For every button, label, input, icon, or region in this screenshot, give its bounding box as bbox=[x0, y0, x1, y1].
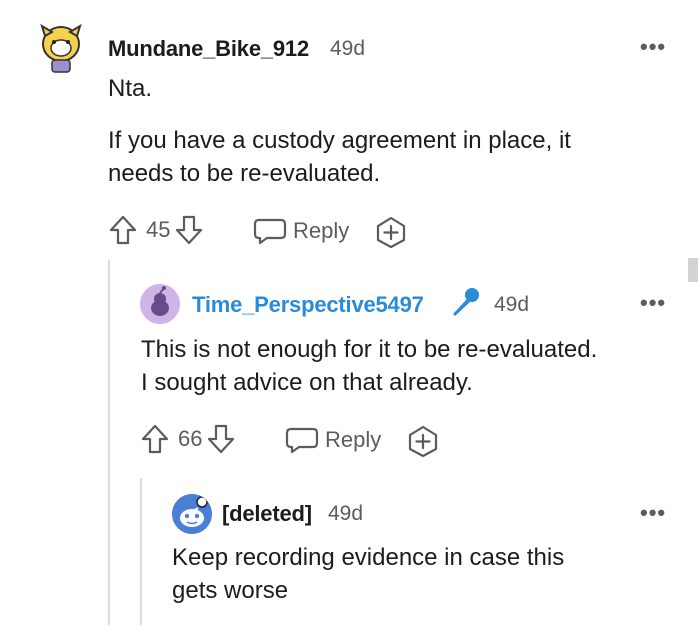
snoo-avatar-image bbox=[140, 284, 180, 324]
more-options-button[interactable]: ••• bbox=[640, 34, 666, 60]
reply-button[interactable]: Reply bbox=[253, 216, 349, 246]
comment-username[interactable]: Time_Perspective5497 bbox=[192, 292, 424, 318]
award-plus-icon bbox=[408, 425, 438, 458]
comment-body-line: This is not enough for it to be re-evalu… bbox=[141, 336, 598, 363]
vote-controls: 66 bbox=[140, 423, 236, 455]
downvote-icon[interactable] bbox=[206, 423, 236, 455]
more-options-button[interactable]: ••• bbox=[640, 290, 666, 316]
comment-body-line: Nta. bbox=[108, 75, 153, 102]
comment-timestamp: 49d bbox=[494, 293, 530, 316]
mic-icon bbox=[448, 286, 482, 325]
comment-body-line: I sought advice on that already. bbox=[141, 369, 473, 396]
comment-body-line: gets worse bbox=[172, 577, 289, 604]
more-options-button[interactable]: ••• bbox=[640, 500, 666, 526]
reply-button[interactable]: Reply bbox=[285, 425, 381, 455]
vote-score: 45 bbox=[146, 217, 171, 242]
award-plus-icon bbox=[376, 216, 406, 249]
snoo-avatar-image bbox=[172, 494, 212, 534]
vote-score: 66 bbox=[178, 426, 203, 451]
reply-label: Reply bbox=[325, 427, 382, 452]
comment-username: [deleted] bbox=[222, 501, 312, 526]
comment-body-line: If you have a custody agreement in place… bbox=[108, 127, 571, 154]
comment-bubble-icon bbox=[285, 427, 319, 454]
comment-bubble-icon bbox=[253, 218, 287, 245]
avatar[interactable] bbox=[140, 284, 180, 324]
thread-line[interactable] bbox=[140, 478, 142, 625]
comment-body-line: needs to be re-evaluated. bbox=[108, 160, 381, 187]
comment-timestamp: 49d bbox=[328, 502, 364, 525]
award-button[interactable] bbox=[406, 425, 440, 462]
upvote-icon[interactable] bbox=[108, 214, 138, 246]
avatar[interactable] bbox=[38, 22, 84, 74]
avatar[interactable] bbox=[172, 494, 212, 534]
vote-controls: 45 bbox=[108, 214, 204, 246]
reply-label: Reply bbox=[293, 218, 350, 243]
downvote-icon[interactable] bbox=[174, 214, 204, 246]
comment-body-line: Keep recording evidence in case this bbox=[172, 544, 565, 571]
thread-line[interactable] bbox=[108, 260, 110, 625]
scrollbar-thumb[interactable] bbox=[688, 258, 698, 282]
award-button[interactable] bbox=[374, 216, 408, 253]
comment-timestamp: 49d bbox=[330, 37, 366, 60]
comment-username[interactable]: Mundane_Bike_912 bbox=[108, 36, 309, 62]
upvote-icon[interactable] bbox=[140, 423, 170, 455]
snoo-avatar-image bbox=[40, 23, 82, 73]
